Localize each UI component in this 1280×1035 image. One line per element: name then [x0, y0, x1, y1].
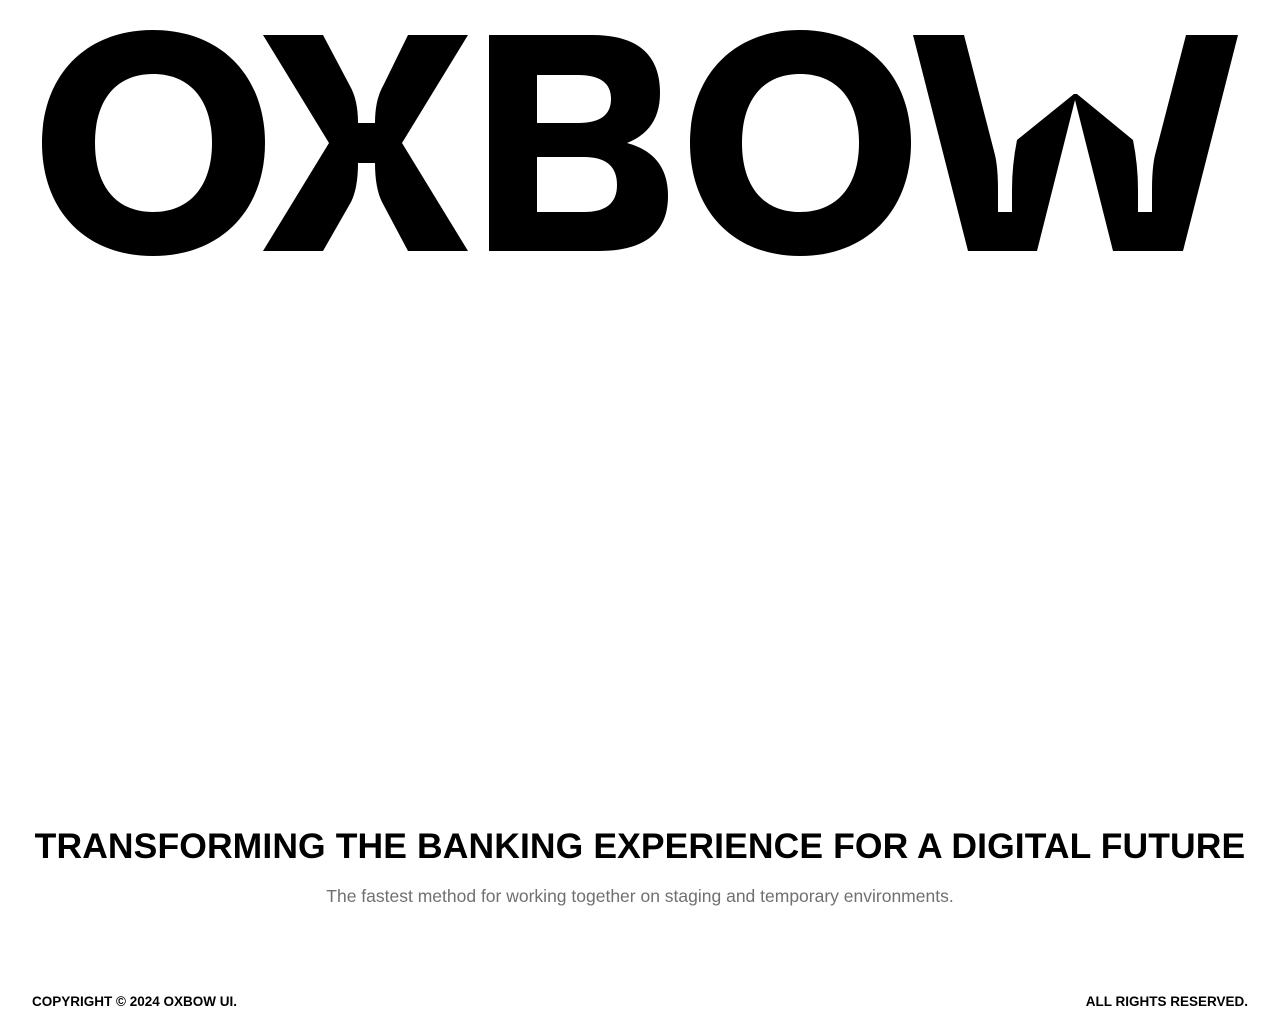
- rights-reserved-text: ALL RIGHTS RESERVED.: [1085, 993, 1248, 1009]
- oxbow-logo: [42, 30, 1238, 256]
- hero-subline: The fastest method for working together …: [326, 886, 954, 906]
- page-footer: COPYRIGHT © 2024 OXBOW UI. ALL RIGHTS RE…: [32, 990, 1248, 1012]
- logo-letter-o-second: [690, 30, 911, 256]
- logo-letter-b: [489, 35, 668, 251]
- logo-letter-o: [42, 30, 265, 256]
- brand-wordmark: [0, 0, 1280, 290]
- logo-letter-x: [263, 35, 468, 251]
- logo-letter-w: [913, 35, 1238, 251]
- hero-section: TRANSFORMING THE BANKING EXPERIENCE FOR …: [0, 822, 1280, 908]
- hero-headline: TRANSFORMING THE BANKING EXPERIENCE FOR …: [34, 826, 1246, 866]
- copyright-text: COPYRIGHT © 2024 OXBOW UI.: [32, 993, 237, 1009]
